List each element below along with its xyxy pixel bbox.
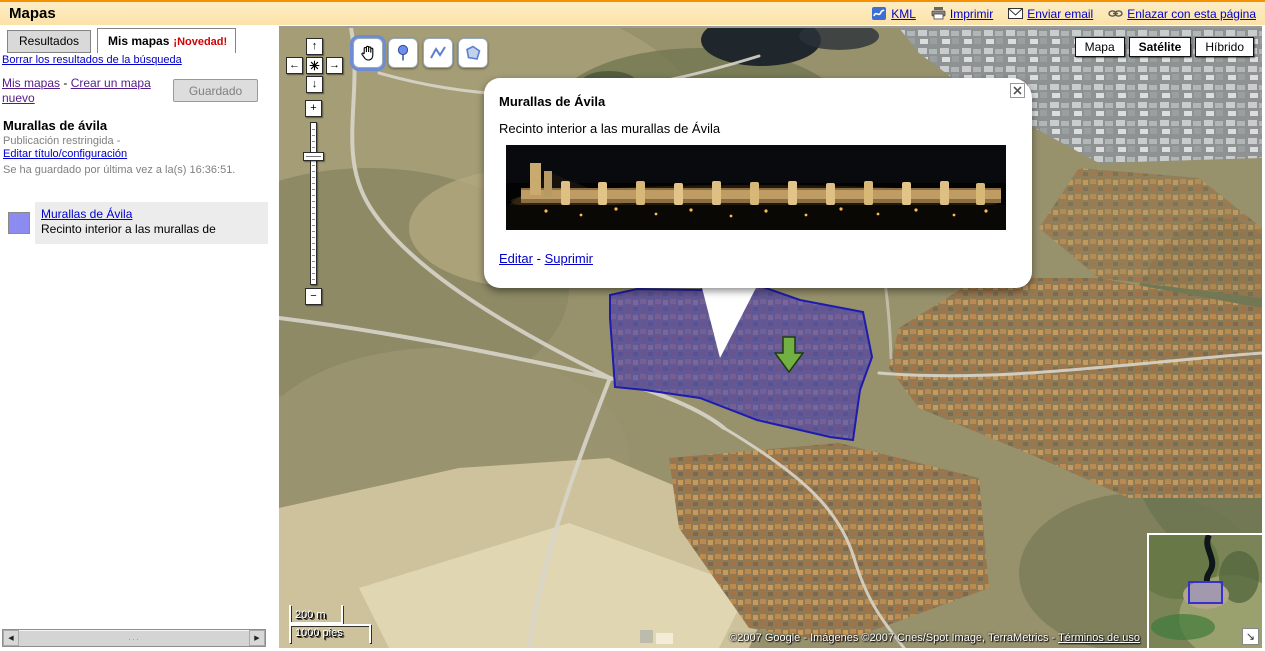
- kml-icon: [872, 7, 887, 20]
- overview-collapse-button[interactable]: ↘: [1242, 628, 1259, 645]
- app-header: Mapas KML Imprimir Enviar email: [0, 0, 1265, 25]
- scale-metric-label: 200 m: [295, 609, 326, 621]
- infowindow-close-button[interactable]: [1010, 83, 1025, 98]
- novedad-badge: ¡Novedad!: [173, 36, 227, 48]
- line-tool-button[interactable]: [423, 38, 453, 68]
- infowindow-tail: [689, 280, 779, 365]
- google-maps-app: Mapas KML Imprimir Enviar email: [0, 0, 1265, 651]
- pan-right-button[interactable]: →: [326, 57, 343, 74]
- sidebar: Resultados Mis mapas¡Novedad! Borrar los…: [0, 26, 279, 651]
- feature-description: Recinto interior a las murallas de: [41, 222, 262, 236]
- scale-imperial-label: 1000 pies: [295, 627, 343, 639]
- zoom-out-button[interactable]: −: [305, 288, 322, 305]
- collapse-arrow-icon: ↘: [1246, 630, 1255, 643]
- zoom-slider-track[interactable]: [310, 122, 317, 285]
- infowindow-description: Recinto interior a las murallas de Ávila: [499, 121, 720, 136]
- arrow-left-icon: ←: [289, 60, 300, 71]
- polygon-tool-button[interactable]: [458, 38, 488, 68]
- mis-mapas-link[interactable]: Mis mapas: [2, 76, 60, 90]
- saved-button[interactable]: Guardado: [173, 79, 258, 102]
- zoom-slider-handle[interactable]: [303, 152, 324, 161]
- infowindow-title: Murallas de Ávila: [499, 94, 605, 109]
- marker-tool-button[interactable]: [388, 38, 418, 68]
- feature-list-item[interactable]: Murallas de Ávila Recinto interior a las…: [35, 202, 268, 244]
- maptype-hibrido-button[interactable]: Híbrido: [1195, 37, 1254, 57]
- email-icon: [1008, 7, 1023, 20]
- zoom-in-button[interactable]: +: [305, 100, 322, 117]
- page-title: Mapas: [9, 5, 56, 22]
- header-links: KML Imprimir Enviar email Enlazar con es…: [872, 7, 1256, 21]
- pan-up-button[interactable]: ↑: [306, 38, 323, 55]
- polyline-icon: [429, 44, 447, 62]
- delete-feature-link[interactable]: Suprimir: [545, 251, 593, 266]
- email-link[interactable]: Enviar email: [1008, 7, 1093, 21]
- recenter-icon: [309, 60, 320, 71]
- action-separator: -: [537, 251, 541, 266]
- print-link[interactable]: Imprimir: [931, 7, 993, 21]
- polygon-icon: [464, 44, 482, 62]
- watermark-fragment: [656, 633, 673, 644]
- hand-tool-button[interactable]: [353, 38, 383, 68]
- pan-down-button[interactable]: ↓: [306, 76, 323, 93]
- arrow-up-icon: ↑: [312, 41, 318, 52]
- map-canvas[interactable]: ↑ ← → ↓ + − Mapa: [279, 26, 1262, 648]
- tab-resultados[interactable]: Resultados: [7, 30, 91, 53]
- kml-link[interactable]: KML: [872, 7, 916, 21]
- map-title: Murallas de ávila: [3, 118, 107, 133]
- sidebar-tabs: Resultados Mis mapas¡Novedad!: [7, 28, 236, 53]
- map-type-switcher: Mapa Satélite Híbrido: [1075, 37, 1254, 57]
- printer-icon: [931, 7, 946, 20]
- zoom-ticks: [312, 124, 315, 283]
- my-maps-row: Guardado Mis mapas - Crear un mapa nuevo: [2, 76, 272, 106]
- link-separator: -: [63, 76, 67, 90]
- marker-icon: [394, 44, 412, 62]
- feature-color-swatch[interactable]: [8, 212, 30, 234]
- scale-bar-metric: 200 m: [289, 605, 343, 624]
- scrollbar-thumb[interactable]: ···: [19, 630, 249, 646]
- pan-left-button[interactable]: ←: [286, 57, 303, 74]
- map-copyright: ©2007 Google - Imágenes ©2007 Cnes/Spot …: [729, 632, 1140, 644]
- tab-mis-mapas[interactable]: Mis mapas¡Novedad!: [97, 28, 236, 53]
- last-saved-text: Se ha guardado por última vez a la(s) 16…: [3, 163, 238, 177]
- scale-bar-imperial: 1000 pies: [289, 624, 371, 643]
- overview-map[interactable]: ↘: [1147, 533, 1262, 648]
- arrow-down-icon: ↓: [312, 79, 318, 90]
- scroll-left-icon[interactable]: ◀: [3, 630, 19, 646]
- pan-center-button[interactable]: [306, 57, 323, 74]
- minus-icon: −: [310, 291, 316, 302]
- infowindow: Murallas de Ávila Recinto interior a las…: [484, 78, 1032, 288]
- terms-link[interactable]: Términos de uso: [1058, 632, 1140, 644]
- overview-viewport-rect: [1189, 582, 1222, 603]
- hand-icon: [359, 44, 377, 62]
- watermark-fragment: [640, 630, 653, 643]
- avila-walls-night-photo: [506, 145, 1006, 230]
- scroll-right-icon[interactable]: ▶: [249, 630, 265, 646]
- sidebar-horizontal-scrollbar[interactable]: ◀ ··· ▶: [2, 629, 266, 647]
- infowindow-actions: Editar - Suprimir: [499, 251, 593, 266]
- clear-results-link[interactable]: Borrar los resultados de la búsqueda: [2, 54, 182, 66]
- link-icon: [1108, 7, 1123, 20]
- plus-icon: +: [310, 103, 316, 114]
- edit-feature-link[interactable]: Editar: [499, 251, 533, 266]
- edit-settings-link[interactable]: Editar título/configuración: [3, 148, 127, 160]
- drawing-toolbar: [353, 38, 488, 68]
- feature-title-link[interactable]: Murallas de Ávila: [41, 207, 132, 221]
- publication-status: Publicación restringida -: [3, 135, 120, 147]
- link-to-page[interactable]: Enlazar con esta página: [1108, 7, 1256, 21]
- close-icon: [1013, 86, 1022, 95]
- maptype-mapa-button[interactable]: Mapa: [1075, 37, 1125, 57]
- maptype-satelite-button[interactable]: Satélite: [1129, 37, 1192, 57]
- arrow-right-icon: →: [329, 60, 340, 71]
